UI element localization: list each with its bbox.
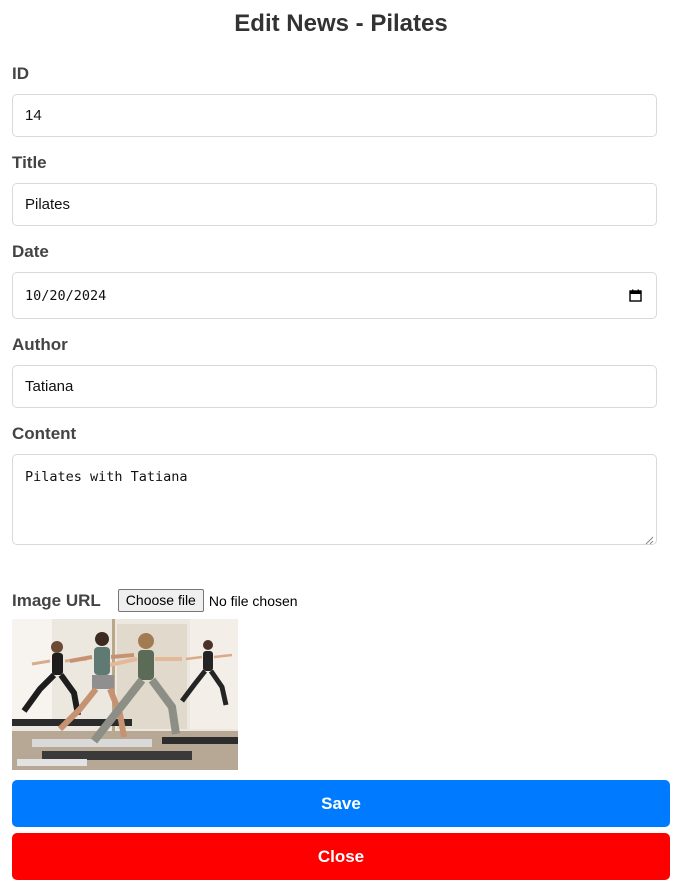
author-value: Tatiana [25,378,74,395]
page-title: Edit News - Pilates [234,10,448,37]
news-image-preview [12,619,238,770]
content-value: Pilates with Tatiana [25,469,188,485]
title-label: Title [12,153,47,172]
calendar-icon[interactable] [629,289,642,302]
title-value: Pilates [25,196,71,213]
date-value: 10/20/2024 [25,287,107,304]
title-input[interactable]: Pilates [12,183,657,226]
date-input[interactable]: 10/20/2024 [12,272,657,319]
resize-grip-icon[interactable] [645,533,654,545]
id-label: ID [12,64,29,83]
image-url-label: Image URL [12,590,101,610]
date-label: Date [12,242,49,261]
author-input[interactable]: Tatiana [12,365,657,408]
no-file-chosen-text: No file chosen [208,592,298,609]
id-value: 14 [25,107,42,124]
content-textarea[interactable]: Pilates with Tatiana [12,454,657,545]
id-input[interactable]: 14 [12,94,657,137]
save-button[interactable]: Save [12,780,670,827]
content-label: Content [12,424,77,443]
image-url-row: Image URL Choose file No file chosen [12,589,298,612]
author-label: Author [12,335,68,354]
close-button[interactable]: Close [12,833,670,880]
choose-file-button[interactable]: Choose file [117,589,204,612]
